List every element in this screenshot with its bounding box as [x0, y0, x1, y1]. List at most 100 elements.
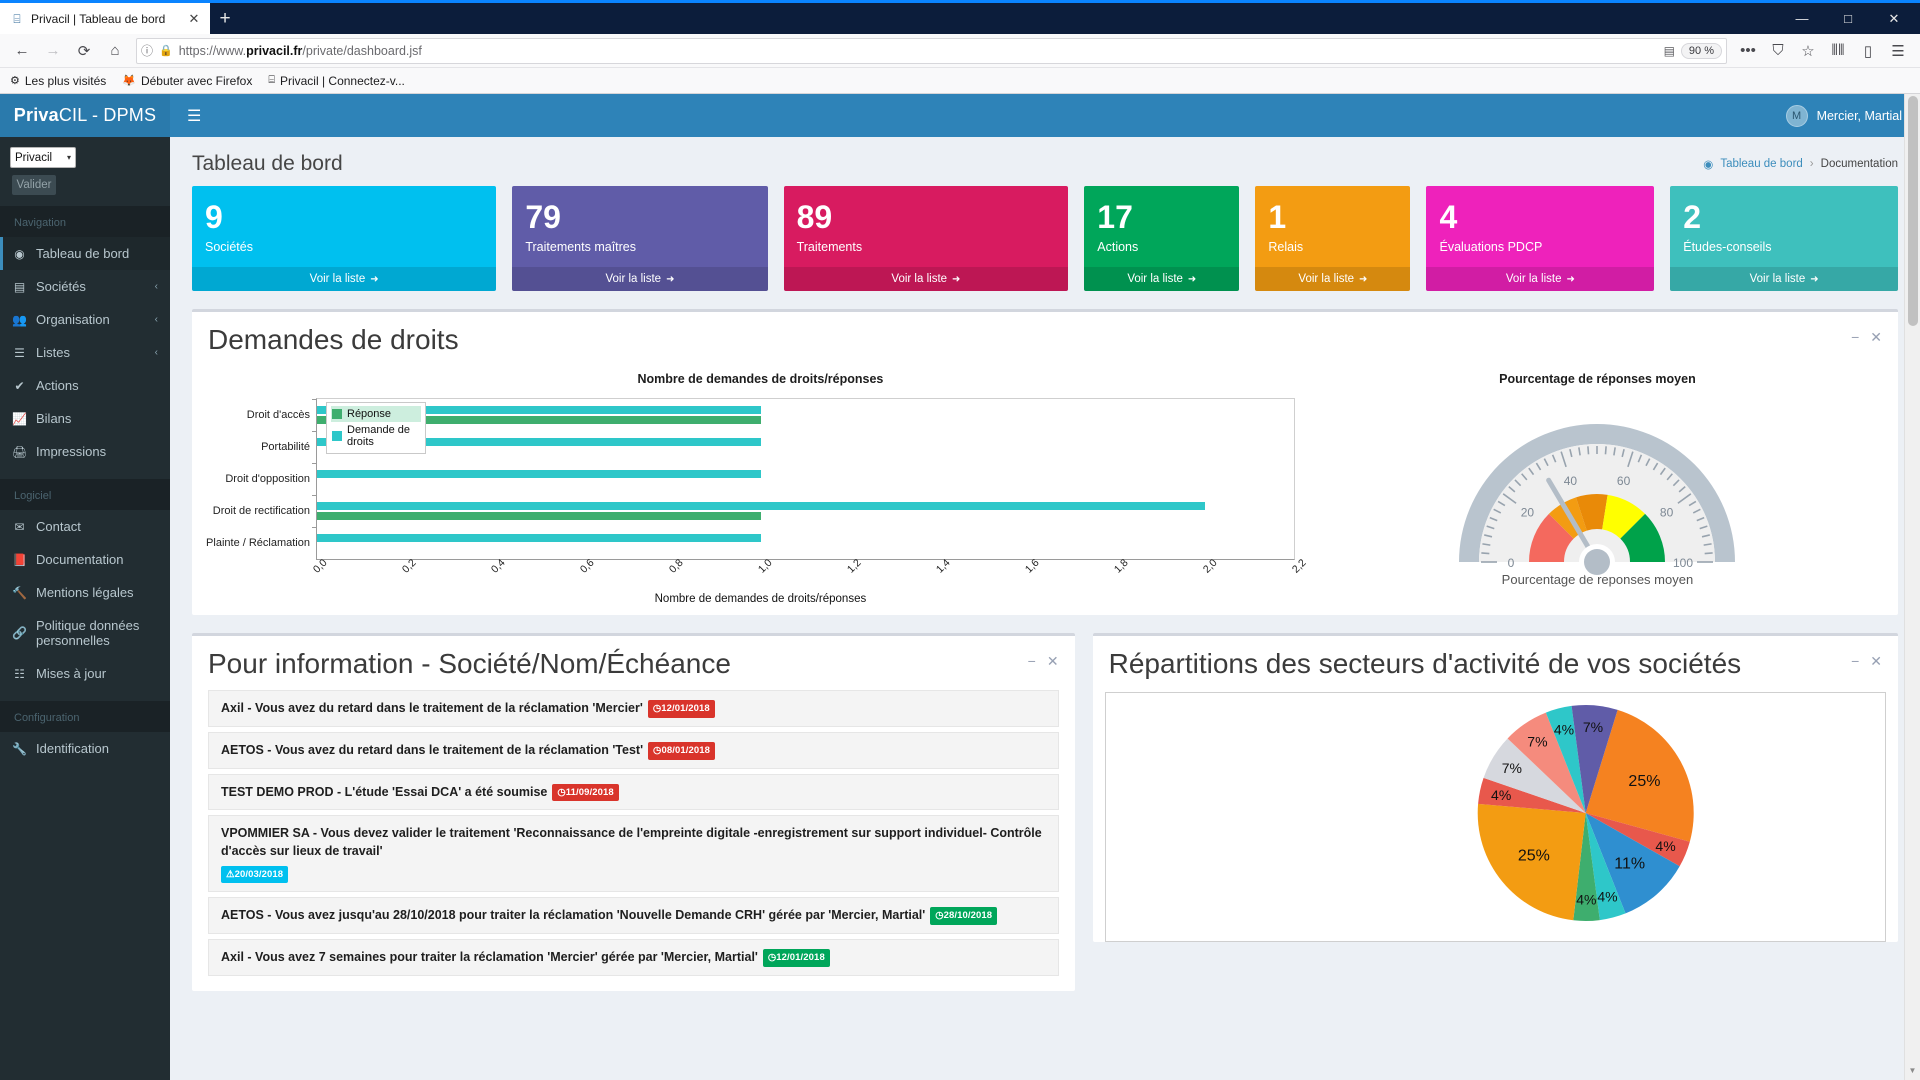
sidebar-item-mentions-legales[interactable]: 🔨 Mentions légales: [0, 576, 170, 609]
close-icon[interactable]: ✕: [1870, 653, 1882, 670]
sidebar-item-label: Documentation: [36, 552, 124, 567]
sidebar-item-actions[interactable]: ✔ Actions: [0, 369, 170, 402]
sidebar-toggle-icon[interactable]: ☰: [170, 106, 218, 126]
kpi-link[interactable]: Voir la liste ➜: [1670, 267, 1898, 291]
list-item[interactable]: VPOMMIER SA - Vous devez valider le trai…: [208, 815, 1059, 893]
bookmark-item[interactable]: 🦊 Débuter avec Firefox: [122, 74, 252, 88]
sidebar-section-navigation: Navigation: [0, 206, 170, 237]
list-item[interactable]: AETOS - Vous avez jusqu'au 28/10/2018 po…: [208, 897, 1059, 935]
gavel-icon: 🔨: [12, 585, 27, 600]
user-menu[interactable]: M Mercier, Martial: [1785, 104, 1920, 127]
reader-mode-icon[interactable]: ▤: [1664, 44, 1675, 58]
back-icon[interactable]: ←: [8, 37, 36, 65]
axis-tick-label: 0,0: [310, 556, 330, 576]
sidebar-item-politique-donnees[interactable]: 🔗 Politique données personnelles: [0, 609, 170, 657]
kpi-link[interactable]: Voir la liste ➜: [1084, 267, 1240, 291]
browser-tab[interactable]: ⌸ Privacil | Tableau de bord ✕: [0, 3, 210, 34]
legend-item[interactable]: Demande de droits: [331, 422, 421, 450]
user-name: Mercier, Martial: [1816, 108, 1902, 123]
list-item[interactable]: Axil - Vous avez 7 semaines pour traiter…: [208, 939, 1059, 976]
library-icon[interactable]: ⦀⦀: [1824, 37, 1852, 65]
pocket-icon[interactable]: ⛉: [1764, 37, 1792, 65]
site-info-icon[interactable]: ⓘ: [141, 42, 153, 59]
sidebar-item-societes[interactable]: ▤ Sociétés ‹: [0, 270, 170, 303]
bar-chart-legend[interactable]: Réponse Demande de droits: [326, 402, 426, 455]
kpi-card-evaluations-pdcp[interactable]: 4 Évaluations PDCP Voir la liste ➜: [1426, 186, 1655, 291]
bookmark-star-icon[interactable]: ☆: [1794, 37, 1822, 65]
arrow-right-icon: ➜: [1566, 273, 1575, 285]
sidebar-item-tableau-de-bord[interactable]: ◉ Tableau de bord: [0, 237, 170, 270]
pie-slice-label: 11%: [1614, 856, 1645, 873]
window-controls: — □ ✕: [1780, 3, 1920, 34]
kpi-value: 89: [796, 199, 833, 235]
new-tab-button[interactable]: +: [210, 3, 240, 34]
kpi-card-actions[interactable]: 17 Actions Voir la liste ➜: [1084, 186, 1240, 291]
kpi-row: 9 Sociétés Voir la liste ➜ 79 Traitements…: [170, 186, 1920, 291]
forward-icon[interactable]: →: [39, 37, 67, 65]
sidebar-item-organisation[interactable]: 👥 Organisation ‹: [0, 303, 170, 336]
company-select[interactable]: Privacil ▾: [10, 147, 76, 168]
pie-slice-label: 7%: [1501, 760, 1521, 776]
list-item[interactable]: AETOS - Vous avez du retard dans le trai…: [208, 731, 1059, 769]
breadcrumb-home[interactable]: Tableau de bord: [1720, 158, 1802, 170]
collapse-icon[interactable]: −: [1028, 653, 1036, 670]
validate-button[interactable]: Valider: [12, 175, 56, 195]
home-icon[interactable]: ⌂: [101, 37, 129, 65]
gauge-tick-label: 60: [1617, 474, 1631, 488]
close-icon[interactable]: ✕: [1870, 329, 1882, 346]
kpi-card-traitements-maitres[interactable]: 79 Traitements maîtres Voir la liste ➜: [512, 186, 768, 291]
axis-tick-label: 0,6: [577, 556, 597, 576]
sidebar-item-mises-a-jour[interactable]: ☷ Mises à jour: [0, 657, 170, 690]
kpi-link[interactable]: Voir la liste ➜: [1426, 267, 1655, 291]
bookmark-item[interactable]: ⚙ Les plus visités: [10, 74, 106, 88]
legend-item[interactable]: Réponse: [331, 406, 421, 423]
sidebar-item-label: Tableau de bord: [36, 246, 130, 261]
pie-slice-label: 25%: [1517, 847, 1549, 864]
zoom-level-badge[interactable]: 90 %: [1680, 42, 1722, 59]
close-icon[interactable]: ✕: [1047, 653, 1059, 670]
sidebar-item-bilans[interactable]: 📈 Bilans: [0, 402, 170, 435]
reload-icon[interactable]: ⟳: [70, 37, 98, 65]
sidebar-item-documentation[interactable]: 📕 Documentation: [0, 543, 170, 576]
kpi-card-traitements[interactable]: 89 Traitements Voir la liste ➜: [783, 186, 1069, 291]
maximize-icon[interactable]: □: [1826, 5, 1870, 33]
sidebar-icon[interactable]: ▯: [1854, 37, 1882, 65]
bookmark-item[interactable]: ⌸ Privacil | Connectez-v...: [268, 74, 405, 88]
kpi-card-relais[interactable]: 1 Relais Voir la liste ➜: [1255, 186, 1411, 291]
pie-slice-label: 25%: [1628, 773, 1660, 790]
sidebar-item-listes[interactable]: ☰ Listes ‹: [0, 336, 170, 369]
dashboard-icon: ◉: [1703, 159, 1714, 171]
scrollbar-thumb[interactable]: [1908, 96, 1918, 326]
kpi-card-etudes-conseils[interactable]: 2 Études-conseils Voir la liste ➜: [1670, 186, 1898, 291]
app-logo[interactable]: Priva CIL - DPMS: [0, 94, 170, 137]
list-item[interactable]: Axil - Vous avez du retard dans le trait…: [208, 690, 1059, 727]
sidebar-item-contact[interactable]: ✉ Contact: [0, 510, 170, 543]
address-bar[interactable]: ⓘ 🔒 https://www.privacil.fr/private/dash…: [136, 37, 1727, 64]
list-item[interactable]: TEST DEMO PROD - L'étude 'Essai DCA' a é…: [208, 773, 1059, 811]
collapse-icon[interactable]: −: [1851, 329, 1859, 346]
kpi-link[interactable]: Voir la liste ➜: [512, 267, 768, 291]
kpi-card-societes[interactable]: 9 Sociétés Voir la liste ➜: [192, 186, 497, 291]
sidebar-item-identification[interactable]: 🔧 Identification: [0, 732, 170, 765]
scroll-down-icon[interactable]: ▼: [1905, 1066, 1920, 1080]
sidebar-item-label: Politique données personnelles: [36, 618, 140, 648]
window-close-icon[interactable]: ✕: [1872, 5, 1916, 33]
sidebar-section-logiciel: Logiciel: [0, 479, 170, 510]
sidebar: Privacil ▾ Valider Navigation ◉ Tableau …: [0, 137, 170, 1080]
more-icon[interactable]: •••: [1734, 37, 1762, 65]
kpi-label: Traitements maîtres: [525, 240, 637, 254]
collapse-icon[interactable]: −: [1851, 653, 1859, 670]
close-icon[interactable]: ✕: [186, 11, 202, 27]
app-menu-icon[interactable]: ☰: [1884, 37, 1912, 65]
pie-slice-label: 4%: [1655, 838, 1675, 854]
page-scrollbar[interactable]: ▲ ▼: [1904, 94, 1920, 1080]
kpi-link[interactable]: Voir la liste ➜: [192, 267, 497, 291]
kpi-link[interactable]: Voir la liste ➜: [1255, 267, 1411, 291]
axis-tick-label: 1,6: [1022, 556, 1042, 576]
sidebar-item-impressions[interactable]: 🖨 Impressions: [0, 435, 170, 468]
page-header: Tableau de bord ◉ Tableau de bord › Docu…: [170, 137, 1920, 186]
kpi-link[interactable]: Voir la liste ➜: [783, 267, 1069, 291]
tasks-icon: ☷: [14, 666, 25, 681]
axis-tick: [312, 399, 317, 401]
minimize-icon[interactable]: —: [1780, 5, 1824, 33]
